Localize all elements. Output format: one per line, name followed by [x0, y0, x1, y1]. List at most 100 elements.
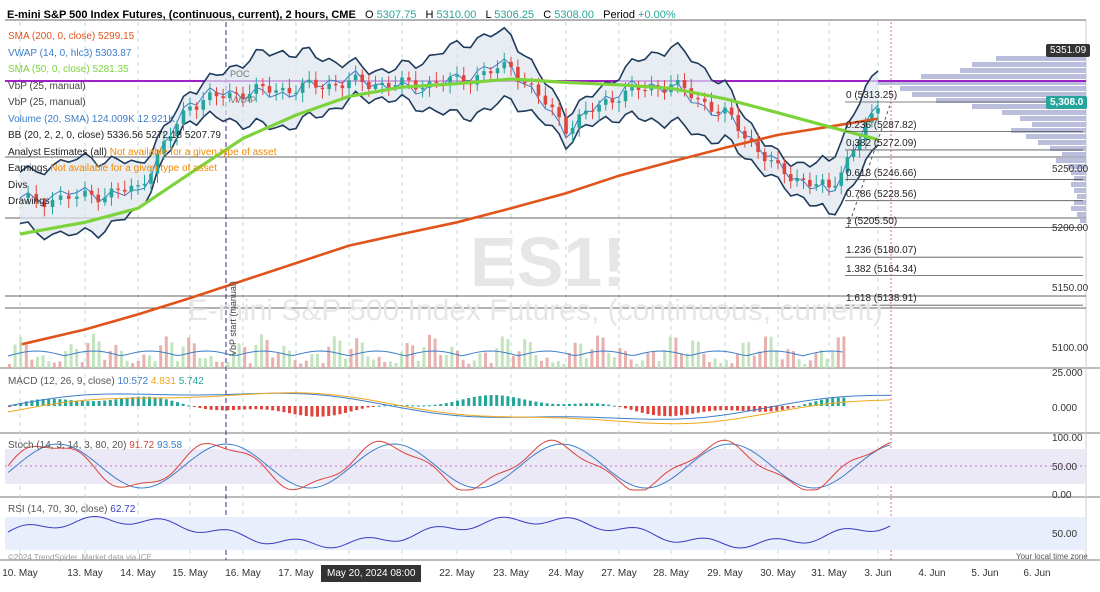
volume-bar: [769, 336, 773, 368]
volume-profile-bar: [1074, 188, 1086, 193]
volume-bar: [58, 361, 62, 368]
volume-bar: [842, 336, 846, 368]
volume-bar: [114, 344, 118, 368]
volume-bar: [680, 353, 683, 368]
candle-body: [610, 99, 615, 103]
macd-histogram-bar: [668, 406, 672, 417]
volume-bar: [612, 357, 616, 368]
candle-body: [584, 110, 588, 115]
macd-histogram-bar: [590, 403, 594, 406]
macd-histogram-bar: [215, 406, 219, 411]
volume-bar: [181, 346, 185, 368]
y-tick-label: 5250.00: [1052, 164, 1089, 175]
volume-bar: [170, 342, 174, 368]
x-tick-label: 4. Jun: [918, 568, 946, 579]
macd-histogram-bar: [405, 405, 409, 407]
volume-bar: [321, 363, 325, 368]
indicator-value: 5336.56 5272.18 5207.79: [106, 130, 221, 141]
candle-body: [353, 74, 358, 81]
macd-histogram-bar: [624, 406, 627, 409]
candle-body: [116, 188, 120, 190]
macd-histogram-bar: [696, 406, 700, 413]
stoch-k-value: 91.72: [129, 440, 155, 451]
candle-body: [776, 160, 780, 164]
candle-body: [623, 90, 628, 102]
volume-bar: [394, 362, 398, 368]
macd-histogram-bar: [601, 403, 605, 406]
y-tick-label: 50.00: [1052, 462, 1078, 473]
candle-body: [801, 178, 806, 180]
volume-bar: [657, 360, 661, 368]
volume-bar: [176, 361, 179, 368]
macd-histogram-bar: [450, 401, 454, 406]
macd-histogram-bar: [523, 399, 527, 406]
volume-bar: [131, 363, 135, 368]
l-value: 5306.25: [494, 9, 535, 21]
volume-bar: [237, 343, 241, 368]
candle-body: [407, 77, 411, 81]
macd-histogram-bar: [192, 406, 196, 407]
volume-bar: [478, 353, 482, 368]
macd-histogram-bar: [702, 406, 706, 412]
stoch-d-value: 93.58: [157, 440, 183, 451]
x-tick-label: 27. May: [601, 568, 637, 579]
x-tick-label: 23. May: [493, 568, 529, 579]
volume-bar: [265, 339, 269, 368]
volume-bar: [310, 353, 314, 368]
candle-body: [50, 199, 55, 208]
upper-price-tag: 5351.09: [1046, 44, 1091, 57]
candle-body: [743, 130, 747, 139]
candle-body: [122, 189, 127, 192]
volume-bar: [484, 352, 487, 368]
indicator-row: BB (20, 2, 2, 0, close) 5336.56 5272.18 …: [8, 130, 221, 141]
candle-body: [221, 96, 225, 98]
x-tick-label: 17. May: [278, 568, 314, 579]
volume-bar: [254, 344, 258, 368]
macd-histogram-bar: [484, 395, 487, 406]
macd-histogram-bar: [495, 395, 499, 406]
macd-histogram-bar: [338, 406, 342, 415]
volume-bar: [52, 362, 56, 368]
macd-histogram-bar: [153, 397, 157, 406]
macd-histogram-bar: [680, 406, 683, 416]
volume-bar: [243, 347, 247, 368]
x-tick-label: 30. May: [760, 568, 796, 579]
candle-body: [208, 92, 212, 101]
macd-histogram-bar: [657, 406, 661, 416]
volume-bar: [64, 351, 67, 368]
indicator-row: Divs: [8, 180, 27, 191]
volume-bar: [556, 360, 560, 368]
macd-histogram-bar: [562, 404, 566, 406]
x-tick-label: 28. May: [653, 568, 689, 579]
volume-bar: [282, 345, 286, 368]
macd-histogram-bar: [310, 406, 314, 417]
indicator-value: Not available for a given type of asset: [109, 146, 277, 158]
candle-body: [380, 82, 384, 85]
candle-body: [851, 150, 856, 158]
candle-body: [827, 179, 831, 188]
macd-histogram-bar: [254, 406, 258, 410]
candle-body: [820, 179, 825, 185]
candle-body: [347, 80, 351, 89]
candle-body: [254, 84, 259, 94]
volume-bar: [8, 364, 11, 368]
volume-bar: [652, 351, 655, 368]
macd-histogram-bar: [724, 406, 728, 411]
volume-bar: [808, 360, 812, 368]
macd-histogram-bar: [327, 406, 331, 417]
volume-bar: [439, 355, 443, 368]
volume-bar: [349, 348, 353, 368]
macd-histogram-bar: [181, 403, 185, 406]
macd-histogram-bar: [120, 398, 123, 406]
volume-bar: [517, 351, 521, 368]
macd-histogram-bar: [377, 405, 381, 407]
macd-histogram-bar: [568, 403, 571, 406]
x-tick-label: 29. May: [707, 568, 743, 579]
candle-body: [570, 127, 575, 134]
candle-body: [643, 89, 647, 92]
macd-histogram-bar: [556, 404, 560, 406]
macd-histogram-bar: [198, 406, 202, 409]
macd-histogram-bar: [103, 400, 107, 406]
indicator-row: VbP (25, manual): [8, 81, 86, 92]
volume-profile-bar: [1038, 140, 1086, 145]
